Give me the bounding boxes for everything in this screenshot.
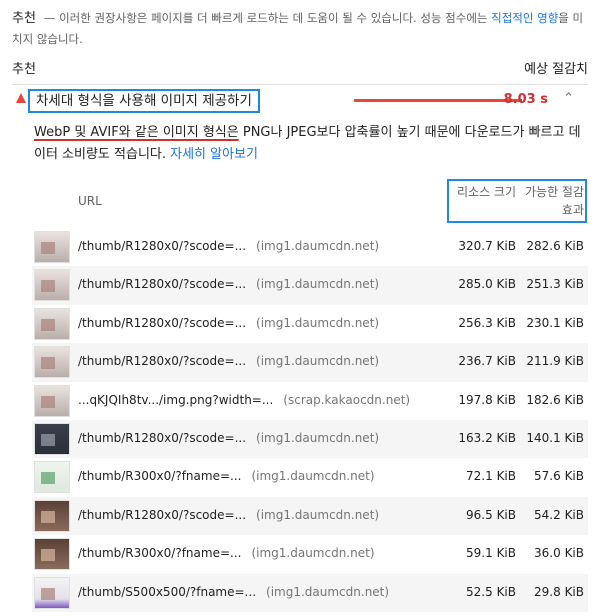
image-thumbnail: [34, 269, 70, 302]
url-host: (img1.daumcdn.net): [266, 584, 390, 599]
image-thumbnail: [34, 307, 70, 340]
url-host: (img1.daumcdn.net): [256, 277, 380, 292]
url-host: (img1.daumcdn.net): [256, 507, 380, 522]
image-thumbnail: [34, 461, 70, 494]
resource-url[interactable]: /thumb/R300x0/?fname=... (img1.daumcdn.ne…: [78, 469, 375, 483]
warning-triangle-icon: [16, 93, 26, 103]
url-host: (img1.daumcdn.net): [256, 430, 380, 445]
resource-size: 59.1 KiB: [466, 546, 516, 561]
url-path: /thumb/R1280x0/?scode=...: [78, 354, 247, 369]
url-column-header: URL: [78, 194, 102, 208]
url-host: (img1.daumcdn.net): [256, 354, 380, 369]
resource-url[interactable]: /thumb/R1280x0/?scode=... (img1.daumcdn.n…: [78, 316, 379, 330]
resource-url[interactable]: ...qKJQIh8tv.../img.png?width=... (scrap.…: [78, 393, 410, 407]
description-highlight: WebP 및 AVIF와 같은 이미지 형식은: [34, 125, 239, 140]
potential-savings: 282.6 KiB: [526, 239, 584, 253]
potential-savings: 251.3 KiB: [526, 277, 584, 292]
potential-savings: 140.1 KiB: [526, 430, 584, 445]
potential-savings: 57.6 KiB: [534, 469, 584, 484]
resource-url[interactable]: /thumb/R1280x0/?scode=... (img1.daumcdn.n…: [78, 354, 379, 368]
url-path: ...qKJQIh8tv.../img.png?width=...: [78, 392, 274, 407]
image-thumbnail: [34, 499, 70, 532]
savings-value: 8.03 s: [503, 92, 548, 107]
potential-savings: 230.1 KiB: [526, 315, 584, 330]
potential-savings: 211.9 KiB: [526, 354, 584, 369]
image-thumbnail: [34, 538, 70, 571]
resource-size: 320.7 KiB: [458, 239, 516, 253]
image-thumbnail: [34, 422, 70, 455]
column-header: 추천 예상 절감치: [12, 58, 588, 80]
url-host: (img1.daumcdn.net): [251, 469, 375, 484]
resource-url[interactable]: /thumb/R1280x0/?scode=... (img1.daumcdn.n…: [78, 431, 379, 445]
table-row[interactable]: ...qKJQIh8tv.../img.png?width=... (scrap.…: [32, 382, 588, 420]
table-row[interactable]: /thumb/R1280x0/?scode=... (img1.daumcdn.n…: [32, 228, 588, 266]
intro-text: — 이러한 권장사항은 페이지를 더 빠르게 로드하는 데 도움이 될 수 있습…: [43, 11, 488, 25]
recommendations-column-label: 추천: [12, 62, 36, 77]
estimated-savings-column-label: 예상 절감치: [524, 62, 588, 77]
table-row[interactable]: /thumb/S500x500/?fname=... (img1.daumcdn.…: [32, 573, 588, 612]
resource-size: 236.7 KiB: [458, 354, 516, 369]
potential-savings: 29.8 KiB: [534, 584, 584, 599]
resource-url[interactable]: /thumb/R1280x0/?scode=... (img1.daumcdn.n…: [78, 277, 379, 291]
url-host: (scrap.kakaocdn.net): [283, 392, 411, 407]
table-row[interactable]: /thumb/R1280x0/?scode=... (img1.daumcdn.n…: [32, 343, 588, 382]
resource-size: 163.2 KiB: [458, 430, 516, 445]
direct-impact-link[interactable]: 직접적인 영향: [491, 11, 558, 25]
audit-description: WebP 및 AVIF와 같은 이미지 형식은 PNG나 JPEG보다 압축률이…: [34, 122, 584, 166]
url-path: /thumb/R1280x0/?scode=...: [78, 430, 247, 445]
table-row[interactable]: /thumb/R300x0/?fname=... (img1.daumcdn.ne…: [32, 458, 588, 496]
intro-heading: 추천: [12, 11, 36, 26]
resource-size: 96.5 KiB: [466, 507, 516, 522]
image-thumbnail: [34, 384, 70, 417]
potential-savings: 54.2 KiB: [534, 507, 584, 522]
resource-size: 197.8 KiB: [458, 392, 516, 407]
resource-url[interactable]: /thumb/R1280x0/?scode=... (img1.daumcdn.n…: [78, 239, 379, 253]
url-path: /thumb/R300x0/?fname=...: [78, 469, 242, 484]
resource-size: 285.0 KiB: [458, 277, 516, 292]
url-host: (img1.daumcdn.net): [251, 546, 375, 561]
divider: [12, 84, 588, 85]
resource-size-column-header: 리소스 크기: [456, 185, 516, 199]
table-row[interactable]: /thumb/R1280x0/?scode=... (img1.daumcdn.n…: [32, 305, 588, 343]
image-table: /thumb/R1280x0/?scode=... (img1.daumcdn.n…: [32, 228, 588, 612]
savings-bar: [354, 99, 522, 102]
potential-savings: 182.6 KiB: [526, 392, 584, 407]
url-path: /thumb/R1280x0/?scode=...: [78, 507, 247, 522]
url-path: /thumb/R1280x0/?scode=...: [78, 277, 247, 292]
url-host: (img1.daumcdn.net): [256, 239, 380, 253]
resource-size: 52.5 KiB: [466, 584, 516, 599]
image-thumbnail: [34, 576, 70, 609]
audit-title: 차세대 형식을 사용해 이미지 제공하기: [28, 89, 260, 113]
url-path: /thumb/R1280x0/?scode=...: [78, 315, 247, 330]
url-path: /thumb/R1280x0/?scode=...: [78, 239, 247, 253]
image-thumbnail: [34, 231, 70, 263]
resource-url[interactable]: /thumb/S500x500/?fname=... (img1.daumcdn.…: [78, 585, 389, 599]
potential-savings: 36.0 KiB: [534, 546, 584, 561]
recommendations-intro: 추천 — 이러한 권장사항은 페이지를 더 빠르게 로드하는 데 도움이 될 수 …: [12, 8, 592, 50]
url-path: /thumb/S500x500/?fname=...: [78, 584, 257, 599]
table-row[interactable]: /thumb/R1280x0/?scode=... (img1.daumcdn.n…: [32, 266, 588, 305]
url-path: /thumb/R300x0/?fname=...: [78, 546, 242, 561]
audit-header[interactable]: 차세대 형식을 사용해 이미지 제공하기 8.03 s ⌃: [12, 88, 588, 114]
potential-savings-column-header: 가능한 절감 효과: [524, 185, 584, 217]
url-host: (img1.daumcdn.net): [256, 315, 380, 330]
learn-more-link[interactable]: 자세히 알아보기: [170, 147, 258, 162]
resource-size: 256.3 KiB: [458, 315, 516, 330]
table-row[interactable]: /thumb/R1280x0/?scode=... (img1.daumcdn.n…: [32, 496, 588, 536]
resource-url[interactable]: /thumb/R300x0/?fname=... (img1.daumcdn.ne…: [78, 546, 375, 560]
resource-size: 72.1 KiB: [466, 469, 516, 484]
chevron-up-icon[interactable]: ⌃: [563, 91, 574, 106]
table-row[interactable]: /thumb/R1280x0/?scode=... (img1.daumcdn.n…: [32, 419, 588, 459]
resource-url[interactable]: /thumb/R1280x0/?scode=... (img1.daumcdn.n…: [78, 508, 379, 522]
image-thumbnail: [34, 346, 70, 379]
table-row[interactable]: /thumb/R300x0/?fname=... (img1.daumcdn.ne…: [32, 535, 588, 573]
